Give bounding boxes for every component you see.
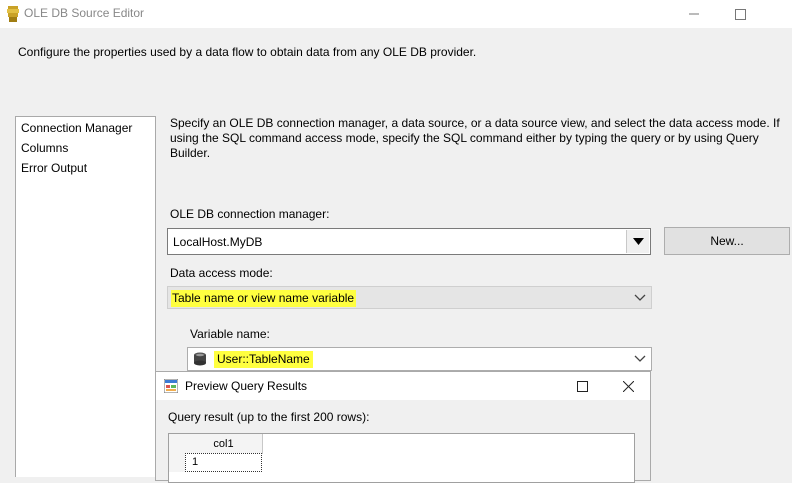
chevron-down-icon: [634, 355, 646, 362]
query-results-grid[interactable]: col1 1: [168, 433, 635, 483]
preview-window-title: Preview Query Results: [185, 379, 308, 393]
preview-window-icon: [164, 379, 178, 393]
new-connection-button[interactable]: New...: [664, 227, 790, 255]
preview-title-bar: Preview Query Results: [156, 372, 650, 400]
triangle-down-icon: [632, 238, 644, 245]
close-icon: [622, 380, 634, 392]
data-access-mode-label: Data access mode:: [170, 266, 273, 280]
grid-row-header[interactable]: [169, 453, 186, 472]
preview-maximize-button[interactable]: [560, 372, 604, 400]
grid-column-header[interactable]: col1: [185, 434, 263, 454]
data-access-mode-dropdown[interactable]: Table name or view name variable: [167, 286, 652, 309]
maximize-icon: [576, 380, 588, 392]
window-title: OLE DB Source Editor: [24, 6, 145, 20]
connection-manager-label: OLE DB connection manager:: [170, 207, 330, 221]
grid-cell[interactable]: 1: [185, 453, 262, 472]
query-result-label: Query result (up to the first 200 rows):: [168, 410, 370, 424]
connection-dropdown-button[interactable]: [626, 230, 649, 253]
maximize-icon: [734, 8, 746, 20]
maximize-button[interactable]: [718, 0, 762, 28]
variable-name-dropdown[interactable]: User::TableName: [187, 347, 652, 371]
variable-name-value: User::TableName: [214, 351, 313, 368]
instructions-text: Specify an OLE DB connection manager, a …: [170, 116, 780, 160]
nav-item-columns[interactable]: Columns: [21, 141, 68, 155]
preview-query-results-window: Preview Query Results Query result (up t…: [155, 371, 651, 483]
nav-item-error-output[interactable]: Error Output: [21, 161, 87, 175]
minimize-icon: [689, 13, 699, 15]
minimize-button[interactable]: [672, 0, 716, 28]
data-access-mode-value: Table name or view name variable: [171, 290, 357, 307]
ssis-app-icon: [7, 6, 19, 22]
preview-close-button[interactable]: [606, 372, 650, 400]
title-bar: OLE DB Source Editor: [0, 0, 792, 28]
dialog-description: Configure the properties used by a data …: [18, 45, 477, 59]
grid-corner-cell: [169, 434, 186, 454]
chevron-down-icon: [634, 294, 646, 301]
variable-name-label: Variable name:: [190, 327, 270, 341]
connection-manager-value: LocalHost.MyDB: [173, 235, 263, 249]
connection-manager-dropdown[interactable]: LocalHost.MyDB: [167, 228, 651, 255]
nav-item-connection-manager[interactable]: Connection Manager: [21, 121, 132, 135]
variable-icon: [194, 352, 206, 366]
page-nav-list: Connection Manager Columns Error Output: [15, 116, 156, 477]
